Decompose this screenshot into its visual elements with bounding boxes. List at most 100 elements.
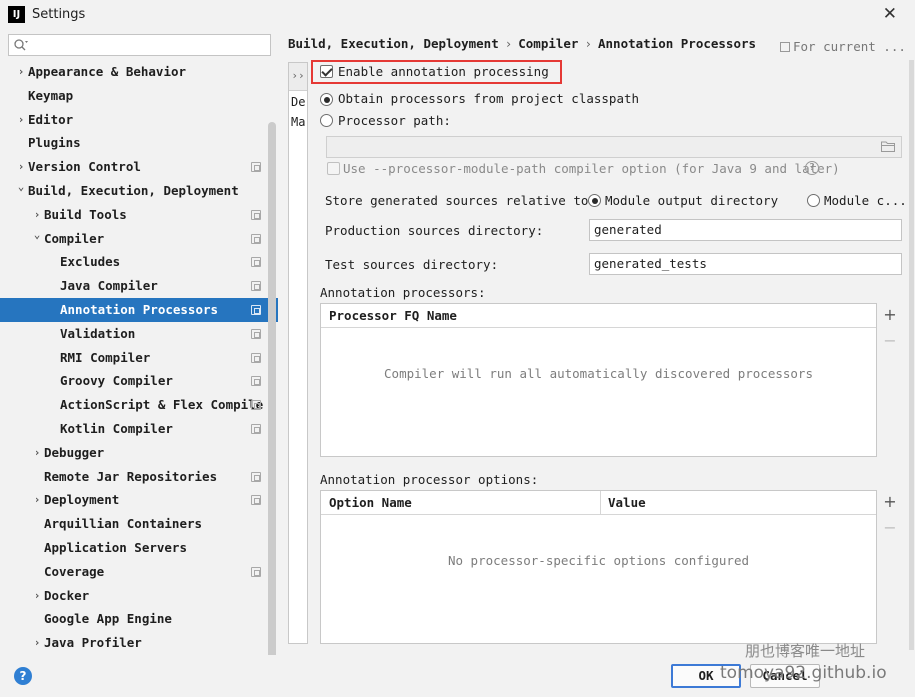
remove-processor-button[interactable]: − — [878, 331, 902, 351]
module-output-label[interactable]: Module output directory — [605, 193, 778, 208]
sidebar-item-label: Compiler — [44, 230, 105, 246]
processors-empty-message: Compiler will run all automatically disc… — [384, 366, 813, 381]
close-icon[interactable]: ✕ — [883, 4, 897, 24]
sidebar-item-docker[interactable]: › Docker — [0, 584, 278, 608]
sidebar-item-kotlin-compiler[interactable]: Kotlin Compiler — [0, 417, 278, 441]
remove-option-button[interactable]: − — [878, 518, 902, 538]
sidebar-item-groovy-compiler[interactable]: Groovy Compiler — [0, 369, 278, 393]
processor-path-label[interactable]: Processor path: — [338, 113, 451, 128]
processor-options-section-label: Annotation processor options: — [320, 472, 539, 487]
project-level-icon — [251, 209, 261, 220]
profiles-list: ›› De Ma — [288, 62, 308, 644]
settings-search-input[interactable] — [8, 34, 271, 56]
enable-annotation-checkbox[interactable] — [320, 65, 333, 78]
sidebar-item-coverage[interactable]: Coverage — [0, 560, 278, 584]
module-path-checkbox[interactable] — [327, 162, 340, 175]
sidebar-item-editor[interactable]: › Editor — [0, 108, 278, 132]
help-question-icon[interactable]: ? — [805, 161, 819, 175]
project-scope-icon — [780, 42, 790, 52]
sidebar-item-annotation-processors[interactable]: Annotation Processors — [0, 298, 278, 322]
sidebar-item-label: Appearance & Behavior — [28, 64, 187, 79]
sidebar-scrollbar[interactable] — [268, 122, 276, 655]
sidebar-item-label: Build, Execution, Deployment — [28, 183, 239, 198]
sidebar-item-compiler[interactable]: ⌄ Compiler — [0, 227, 278, 251]
processor-path-radio[interactable] — [320, 114, 333, 127]
sidebar-item-excludes[interactable]: Excludes — [0, 250, 278, 274]
test-dir-input[interactable]: generated_tests — [589, 253, 902, 275]
project-level-icon — [251, 376, 261, 387]
settings-tree: › Java Profiler Google App Engine › Docker Co… — [0, 60, 278, 655]
project-level-icon — [251, 424, 261, 434]
project-level-icon — [251, 305, 261, 315]
sidebar-item-label: Kotlin Compiler — [60, 421, 173, 436]
sidebar-item-label: Java Compiler — [60, 278, 158, 294]
sidebar-item-label: Annotation Processors — [60, 302, 219, 317]
sidebar-item-label: Deployment — [44, 492, 120, 508]
chevron-right-icon[interactable]: › — [16, 60, 26, 84]
chevron-right-icon[interactable]: › — [16, 155, 26, 179]
chevron-right-icon[interactable]: › — [32, 631, 42, 655]
processor-path-field[interactable] — [326, 136, 902, 158]
chevron-right-icon[interactable]: › — [16, 108, 26, 132]
folder-icon[interactable] — [881, 141, 895, 152]
help-button[interactable]: ? — [14, 667, 32, 685]
sidebar-item-google-app-engine[interactable]: Google App Engine — [0, 607, 278, 631]
chevron-right-icon[interactable]: › — [32, 584, 42, 608]
sidebar-item-keymap[interactable]: Keymap — [0, 84, 278, 108]
project-level-icon — [251, 566, 261, 577]
module-output-radio[interactable] — [588, 194, 601, 207]
sidebar-item-debugger[interactable]: › Debugger — [0, 441, 278, 465]
processor-fq-name-column[interactable]: Processor FQ Name — [329, 304, 457, 328]
chevron-right-icon[interactable]: › — [32, 488, 42, 512]
obtain-classpath-label[interactable]: Obtain processors from project classpath — [338, 91, 639, 106]
sidebar-item-java-profiler[interactable]: › Java Profiler — [0, 631, 278, 655]
project-level-icon — [251, 162, 261, 173]
profile-default[interactable]: De — [291, 95, 305, 109]
sidebar-item-validation[interactable]: Validation — [0, 322, 278, 346]
sidebar-item-rmi-compiler[interactable]: RMI Compiler — [0, 346, 278, 370]
content-scrollbar[interactable] — [909, 60, 914, 650]
options-table-header: Option Name Value — [321, 491, 876, 515]
module-content-radio[interactable] — [807, 194, 820, 207]
breadcrumb-build: Build, Execution, Deployment — [288, 36, 499, 51]
sidebar-item-java-compiler[interactable]: Java Compiler — [0, 274, 278, 298]
sidebar-item-version-control[interactable]: › Version Control — [0, 155, 278, 179]
production-dir-input[interactable]: generated — [589, 219, 902, 241]
processors-table[interactable]: Processor FQ Name Compiler will run all … — [320, 303, 877, 457]
sidebar-item-label: Google App Engine — [44, 611, 172, 627]
sidebar-item-arquillian-containers[interactable]: Arquillian Containers — [0, 512, 278, 536]
sidebar-item-label: Keymap — [28, 87, 74, 103]
obtain-classpath-radio[interactable] — [320, 93, 333, 106]
chevron-right-icon[interactable]: › — [32, 203, 42, 227]
search-icon — [14, 39, 28, 51]
sidebar-item-plugins[interactable]: Plugins — [0, 131, 278, 155]
sidebar-item-label: Version Control — [28, 159, 141, 175]
sidebar-item-build-tools[interactable]: › Build Tools — [0, 203, 278, 227]
sidebar-item-label: Remote Jar Repositories — [44, 468, 218, 484]
module-content-label[interactable]: Module c... — [824, 193, 907, 208]
add-processor-button[interactable]: + — [878, 305, 902, 325]
option-name-column[interactable]: Option Name — [329, 491, 412, 515]
sidebar-item-label: Docker — [44, 587, 90, 603]
sidebar-item-label: Excludes — [60, 254, 121, 270]
enable-annotation-label[interactable]: Enable annotation processing — [338, 64, 549, 79]
sidebar-item-appearance-behavior[interactable]: › Appearance & Behavior — [0, 60, 278, 84]
sidebar-item-remote-jar-repositories[interactable]: Remote Jar Repositories — [0, 465, 278, 489]
sidebar-item-label: Build Tools — [44, 206, 127, 222]
sidebar-item-build-execution-deployment[interactable]: ⌄ Build, Execution, Deployment — [0, 179, 278, 203]
options-table[interactable]: Option Name Value No processor-specific … — [320, 490, 877, 644]
sidebar-item-actionscript-flex-compile[interactable]: ActionScript & Flex Compile — [0, 393, 278, 417]
sidebar-item-application-servers[interactable]: Application Servers — [0, 536, 278, 560]
expand-profiles-icon[interactable]: ›› — [289, 63, 307, 91]
profile-maven[interactable]: Ma — [291, 115, 305, 129]
project-level-icon — [251, 257, 261, 268]
sidebar-item-label: Groovy Compiler — [60, 373, 173, 389]
watermark-url: tomoya92.github.io — [720, 663, 887, 683]
add-option-button[interactable]: + — [878, 492, 902, 512]
chevron-right-icon[interactable]: › — [32, 441, 42, 465]
sidebar-item-label: Coverage — [44, 563, 105, 579]
sidebar-item-label: ActionScript & Flex Compile — [60, 397, 264, 413]
sidebar-item-label: Debugger — [44, 444, 105, 460]
sidebar-item-deployment[interactable]: › Deployment — [0, 488, 278, 512]
value-column[interactable]: Value — [608, 491, 646, 515]
